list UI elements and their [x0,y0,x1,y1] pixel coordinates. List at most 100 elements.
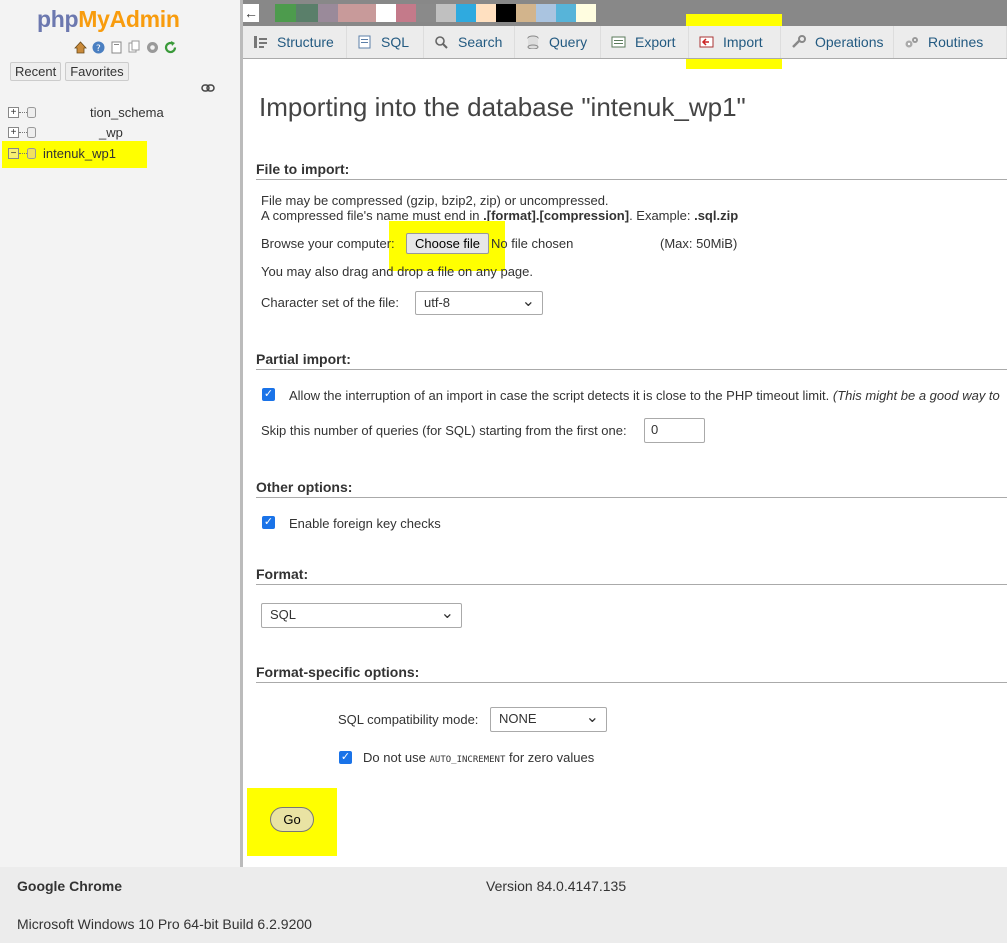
compat-mode-label: SQL compatibility mode: [338,712,479,727]
format-select[interactable]: SQL [261,603,462,628]
db-name[interactable]: _wp [99,125,123,140]
no-file-chosen-text: No file chosen [491,236,574,251]
link-icon[interactable] [201,82,215,96]
example-text: . Example: [629,208,695,223]
favorites-tab[interactable]: Favorites [65,62,129,81]
theme-color-swatch[interactable] [496,4,516,22]
auto-increment-suffix: for zero values [505,750,595,765]
theme-color-swatch[interactable] [338,4,360,22]
theme-color-swatch[interactable] [476,4,496,22]
compression-info: File may be compressed (gzip, bzip2, zip… [261,193,609,208]
tab-query[interactable]: Query [515,26,601,58]
tab-label: Import [723,34,763,50]
go-button[interactable]: Go [270,807,314,832]
query-icon [525,35,541,50]
foreign-key-label: Enable foreign key checks [289,516,441,531]
skip-queries-input[interactable]: 0 [644,418,705,443]
expand-icon[interactable]: + [8,127,19,139]
docs-icon[interactable] [109,40,124,55]
theme-color-swatch[interactable] [360,4,376,22]
theme-color-swatch[interactable] [396,4,416,22]
auto-increment-checkbox[interactable]: ✓ [339,751,352,764]
charset-select[interactable]: utf-8 [415,291,543,315]
other-options-heading: Other options: [256,479,1007,498]
help-icon[interactable]: ? [91,40,106,55]
logo-php-text: php [37,6,79,32]
browser-version: Version 84.0.4147.135 [486,878,627,894]
theme-color-swatch[interactable] [456,4,476,22]
navigation-sidebar: phpMyAdmin ? Recent Favorites + tion_sch… [0,0,240,867]
database-tree: + tion_schema + _wp − intenuk_wp1 [8,102,240,164]
allow-interrupt-checkbox[interactable]: ✓ [262,388,275,401]
auto-increment-label: Do not use AUTO_INCREMENT for zero value… [363,750,594,765]
file-to-import-heading: File to import: [256,161,1007,180]
theme-color-swatch[interactable] [536,4,556,22]
tab-routines[interactable]: Routines [894,26,1007,58]
auto-increment-prefix: Do not use [363,750,430,765]
tab-import[interactable]: Import [689,26,781,58]
db-name[interactable]: intenuk_wp1 [43,146,116,161]
import-icon [699,35,715,49]
tab-label: Search [458,34,503,50]
format-specific-heading: Format-specific options: [256,664,1007,683]
sidebar-quick-icons: ? [73,40,178,55]
tree-row-db-active[interactable]: − intenuk_wp1 [8,143,240,164]
db-name[interactable]: tion_schema [90,105,164,120]
theme-color-swatch[interactable] [416,4,436,22]
compat-mode-select[interactable]: NONE [490,707,607,732]
theme-color-swatch[interactable] [275,4,296,22]
foreign-key-checkbox[interactable]: ✓ [262,516,275,529]
tab-sql[interactable]: SQL [347,26,424,58]
skip-queries-label: Skip this number of queries (for SQL) st… [261,423,627,438]
theme-color-swatch[interactable] [576,4,596,22]
structure-icon [253,35,269,49]
database-icon [27,147,36,159]
drag-drop-text: You may also drag and drop a file on any… [261,264,533,279]
gear-icon[interactable] [145,40,160,55]
theme-color-swatch[interactable] [436,4,456,22]
database-tabs: Structure SQL Search Query Export Import… [243,26,1007,59]
os-info: Microsoft Windows 10 Pro 64-bit Build 6.… [17,916,312,932]
theme-color-swatch[interactable] [318,4,338,22]
reload-icon[interactable] [163,40,178,55]
theme-color-swatch[interactable] [556,4,576,22]
tab-label: Structure [277,34,334,50]
copy-icon[interactable] [127,40,142,55]
home-icon[interactable] [73,40,88,55]
export-icon [611,35,627,49]
wrench-icon [791,35,807,49]
phpmyadmin-logo[interactable]: phpMyAdmin [37,6,180,33]
tab-structure[interactable]: Structure [243,26,347,58]
database-icon [27,127,36,139]
tab-label: Query [549,34,588,50]
max-size-text: (Max: 50MiB) [660,236,738,251]
theme-color-swatch[interactable] [376,4,396,22]
sql-icon [357,35,373,49]
theme-color-swatch[interactable] [296,4,318,22]
collapse-icon[interactable]: − [8,147,19,159]
example-extension: .sql.zip [694,208,739,223]
tab-export[interactable]: Export [601,26,689,58]
format-pattern: .[format].[compression] [483,208,630,223]
expand-icon[interactable]: + [8,106,19,118]
tab-label: Export [635,34,676,50]
allow-interrupt-text: Allow the interruption of an import in c… [289,388,830,403]
database-icon [27,106,36,118]
system-info-footer: Google Chrome Version 84.0.4147.135 Micr… [0,867,1007,943]
tab-search[interactable]: Search [424,26,515,58]
charset-label: Character set of the file: [261,295,400,310]
theme-color-swatch[interactable] [516,4,536,22]
recent-tab[interactable]: Recent [10,62,62,81]
tree-row-db[interactable]: + tion_schema [8,102,240,123]
tree-row-db[interactable]: + _wp [8,123,240,144]
logo-myadmin-text: MyAdmin [78,6,180,32]
sidebar-tabs: Recent Favorites [10,62,129,81]
collapse-sidebar-icon[interactable]: ← [243,4,259,22]
search-icon [434,35,450,49]
choose-file-button[interactable]: Choose file [406,233,490,254]
partial-import-heading: Partial import: [256,351,1007,370]
allow-interrupt-label: Allow the interruption of an import in c… [289,388,1000,403]
tab-operations[interactable]: Operations [781,26,894,58]
tab-label: Operations [815,34,884,50]
routines-icon [904,35,920,49]
